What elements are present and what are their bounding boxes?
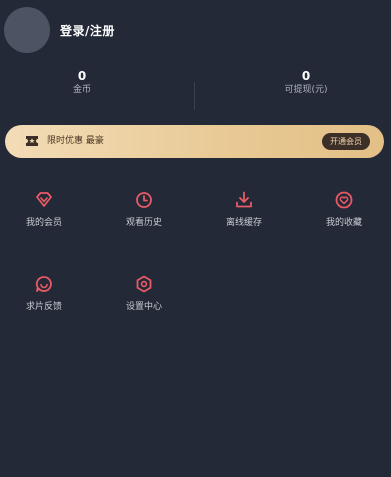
menu-item-my-favorites[interactable]: 我的收藏	[309, 190, 379, 229]
login-register-link[interactable]: 登录/注册	[60, 22, 115, 39]
menu-label: 观看历史	[125, 218, 162, 228]
menu-label: 离线缓存	[225, 218, 262, 228]
stats-divider	[194, 82, 195, 110]
menu-label: 我的会员	[25, 218, 62, 228]
profile-page: 登录/注册 0 金币 0 可提现(元) 限时优惠 最豪 开通会员 我的会员 观看…	[0, 0, 391, 477]
vip-banner[interactable]: 限时优惠 最豪 开通会员	[5, 125, 384, 158]
diamond-icon	[36, 192, 52, 207]
menu-item-settings[interactable]: 设置中心	[109, 274, 179, 313]
heart-icon	[335, 191, 353, 209]
vip-promo-text: 限时优惠 最豪	[47, 136, 104, 146]
withdrawable-label: 可提现(元)	[284, 85, 328, 95]
stat-coins[interactable]: 0 金币	[22, 68, 142, 96]
clock-icon	[136, 192, 152, 208]
menu-label: 求片反馈	[25, 302, 62, 312]
menu-item-my-vip[interactable]: 我的会员	[9, 190, 79, 229]
menu-label: 我的收藏	[325, 218, 362, 228]
stat-withdrawable[interactable]: 0 可提现(元)	[246, 68, 366, 96]
withdrawable-value: 0	[301, 69, 311, 83]
ticket-icon	[26, 136, 38, 146]
chat-icon	[35, 276, 52, 292]
settings-icon	[136, 275, 152, 293]
stats-row: 0 金币 0 可提现(元)	[0, 68, 391, 110]
download-icon	[236, 191, 252, 208]
menu-item-watch-history[interactable]: 观看历史	[109, 190, 179, 229]
menu-item-request-feedback[interactable]: 求片反馈	[9, 274, 79, 313]
coins-label: 金币	[72, 85, 91, 95]
menu-label: 设置中心	[125, 302, 162, 312]
open-vip-button[interactable]: 开通会员	[322, 133, 370, 150]
avatar[interactable]	[4, 7, 50, 53]
coins-value: 0	[77, 69, 87, 83]
menu-item-offline-cache[interactable]: 离线缓存	[209, 190, 279, 229]
